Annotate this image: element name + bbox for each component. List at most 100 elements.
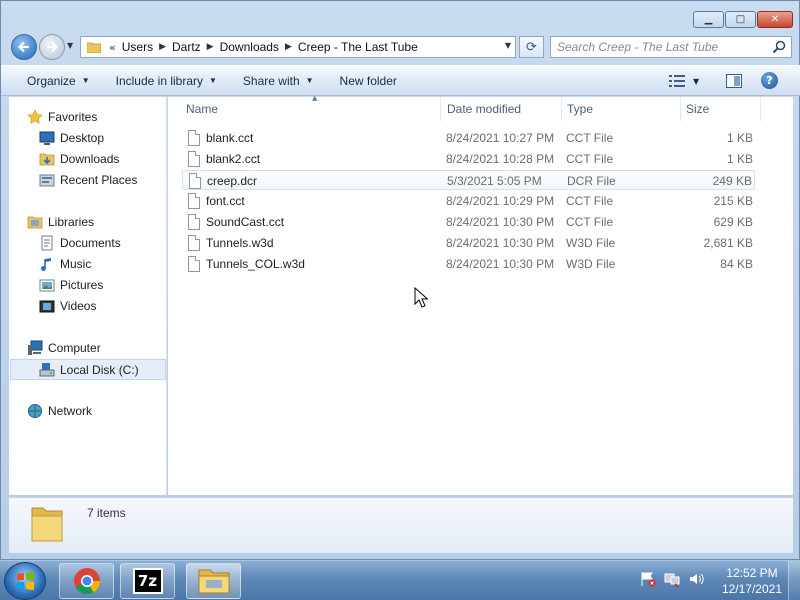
nav-item-label: Documents — [60, 236, 121, 250]
taskbar-chrome-button[interactable] — [59, 563, 114, 599]
file-size: 1 KB — [726, 152, 753, 166]
new-folder-label: New folder — [339, 73, 397, 88]
column-divider[interactable] — [680, 97, 681, 121]
file-size: 1 KB — [726, 131, 753, 145]
nav-favorites[interactable]: Favorites — [27, 109, 97, 125]
back-button[interactable] — [11, 34, 37, 60]
organize-menu[interactable]: Organize ▼ — [27, 74, 90, 88]
clock-date: 12/17/2021 — [721, 582, 782, 596]
network-status-icon[interactable] — [664, 571, 680, 587]
recent-locations-button[interactable]: ▼ — [67, 41, 77, 53]
table-row[interactable]: Tunnels.w3d 8/24/2021 10:30 PM W3D File … — [182, 233, 755, 253]
search-input[interactable] — [557, 38, 772, 56]
nav-item-recent-places[interactable]: Recent Places — [39, 172, 137, 188]
column-divider[interactable] — [440, 97, 441, 121]
new-folder-button[interactable]: New folder — [340, 74, 397, 88]
file-type: W3D File — [566, 257, 616, 271]
file-icon — [188, 256, 200, 272]
file-date: 8/24/2021 10:28 PM — [446, 152, 555, 166]
nav-item-label: Downloads — [60, 152, 120, 166]
include-in-library-menu[interactable]: Include in library ▼ — [116, 74, 217, 88]
nav-libraries[interactable]: Libraries — [27, 214, 94, 230]
address-bar[interactable]: « Users ▶ Dartz ▶ Downloads ▶ Creep - Th… — [80, 36, 516, 58]
chrome-icon — [73, 568, 100, 595]
change-view-button[interactable]: ▼ — [669, 74, 699, 88]
windows-logo-icon — [17, 572, 34, 590]
column-header-date-modified[interactable]: Date modified — [447, 102, 521, 120]
details-pane: 7 items — [9, 497, 793, 553]
table-row[interactable]: blank.cct 8/24/2021 10:27 PM CCT File 1 … — [182, 128, 755, 148]
breadcrumb-separator-icon[interactable]: ▶ — [285, 42, 292, 52]
documents-icon — [41, 235, 53, 251]
action-center-flag-icon[interactable] — [640, 571, 656, 587]
nav-item-label: Pictures — [60, 278, 104, 292]
folder-icon — [87, 42, 101, 53]
file-type: DCR File — [567, 174, 616, 188]
column-divider[interactable] — [760, 97, 761, 121]
file-icon — [188, 214, 200, 230]
recent-places-icon — [39, 174, 55, 187]
file-date: 8/24/2021 10:27 PM — [446, 131, 555, 145]
breadcrumb-separator-icon[interactable]: ▶ — [159, 42, 166, 52]
close-icon: ✕ — [770, 13, 780, 25]
breadcrumb-downloads[interactable]: Downloads — [220, 40, 279, 54]
nav-network[interactable]: Network — [27, 403, 92, 419]
sort-ascending-icon: ▲ — [312, 94, 318, 102]
start-button[interactable] — [4, 562, 46, 600]
nav-item-desktop[interactable]: Desktop — [39, 130, 104, 146]
breadcrumb-current-folder[interactable]: Creep - The Last Tube — [298, 40, 418, 54]
nav-item-label: Desktop — [60, 131, 105, 145]
command-bar: Organize ▼ Include in library ▼ Share wi… — [1, 65, 800, 96]
breadcrumb-separator-icon[interactable]: ▶ — [207, 42, 214, 52]
address-dropdown-icon[interactable]: ▼ — [505, 41, 511, 50]
taskbar-7zip-button[interactable]: 7z — [120, 563, 175, 599]
nav-item-local-disk[interactable]: Local Disk (C:) — [10, 359, 166, 380]
nav-item-pictures[interactable]: Pictures — [39, 277, 103, 293]
pictures-icon — [39, 279, 55, 292]
refresh-icon: ⟳ — [526, 39, 537, 55]
details-view-icon — [669, 75, 685, 87]
minimize-button[interactable]: ▁ — [693, 11, 724, 28]
table-row[interactable]: Tunnels_COL.w3d 8/24/2021 10:30 PM W3D F… — [182, 254, 755, 274]
help-icon: ? — [766, 74, 773, 87]
file-icon — [188, 130, 200, 146]
file-type: CCT File — [566, 131, 614, 145]
column-header-type[interactable]: Type — [567, 102, 593, 120]
taskbar-explorer-button[interactable] — [186, 563, 241, 599]
table-row[interactable]: blank2.cct 8/24/2021 10:28 PM CCT File 1… — [182, 149, 755, 169]
show-desktop-button[interactable] — [788, 561, 800, 600]
nav-item-downloads[interactable]: Downloads — [39, 151, 119, 167]
nav-item-music[interactable]: Music — [39, 256, 91, 272]
file-type: CCT File — [566, 215, 614, 229]
file-name: Tunnels.w3d — [206, 236, 274, 250]
close-button[interactable]: ✕ — [757, 11, 793, 28]
network-icon — [28, 404, 42, 418]
breadcrumb-dartz[interactable]: Dartz — [172, 40, 201, 54]
item-count: 7 items — [87, 506, 126, 520]
help-button[interactable]: ? — [761, 72, 778, 89]
share-with-menu[interactable]: Share with ▼ — [243, 74, 314, 88]
table-row[interactable]: SoundCast.cct 8/24/2021 10:30 PM CCT Fil… — [182, 212, 755, 232]
nav-item-videos[interactable]: Videos — [39, 298, 96, 314]
breadcrumb-users[interactable]: Users — [122, 40, 153, 54]
volume-icon[interactable] — [688, 571, 704, 587]
column-header-size[interactable]: Size — [686, 102, 709, 120]
nav-item-documents[interactable]: Documents — [39, 235, 121, 251]
table-row[interactable]: font.cct 8/24/2021 10:29 PM CCT File 215… — [182, 191, 755, 211]
forward-button[interactable] — [39, 34, 65, 60]
file-type: CCT File — [566, 194, 614, 208]
system-clock[interactable]: 12:52 PM 12/17/2021 — [722, 565, 782, 597]
refresh-button[interactable]: ⟳ — [519, 36, 544, 58]
chevron-down-icon: ▼ — [81, 76, 90, 85]
nav-computer[interactable]: Computer — [27, 340, 101, 356]
column-header-name[interactable]: Name — [186, 102, 218, 120]
preview-pane-button[interactable] — [726, 74, 742, 88]
table-row[interactable]: creep.dcr 5/3/2021 5:05 PM DCR File 249 … — [182, 170, 755, 190]
search-icon[interactable] — [772, 40, 786, 54]
maximize-button[interactable]: □ — [725, 11, 756, 28]
column-divider[interactable] — [561, 97, 562, 121]
local-disk-icon — [39, 362, 55, 376]
address-overflow[interactable]: « — [109, 41, 116, 54]
explorer-folder-icon — [198, 569, 229, 594]
forward-arrow-icon — [47, 41, 59, 53]
